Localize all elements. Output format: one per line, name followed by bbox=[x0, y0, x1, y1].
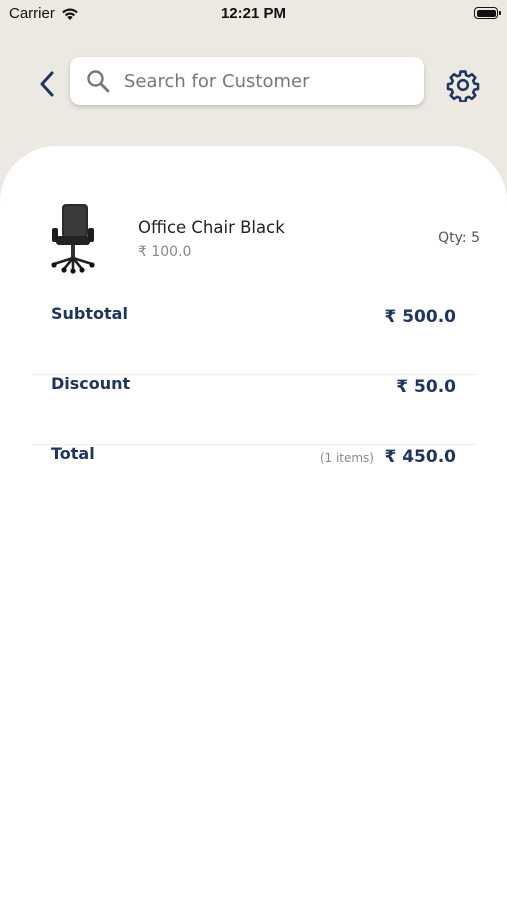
product-name: Office Chair Black bbox=[138, 218, 285, 237]
settings-button[interactable] bbox=[444, 66, 482, 104]
subtotal-value: ₹ 500.0 bbox=[384, 307, 456, 327]
discount-value: ₹ 50.0 bbox=[396, 377, 456, 397]
status-bar: Carrier 12:21 PM bbox=[0, 0, 507, 30]
back-chevron-icon bbox=[40, 71, 54, 97]
subtotal-row: Subtotal ₹ 500.0 bbox=[32, 304, 476, 375]
gear-icon bbox=[446, 70, 480, 102]
office-chair-image bbox=[51, 204, 95, 274]
search-icon bbox=[87, 70, 110, 93]
product-qty: Qty: 5 bbox=[438, 230, 480, 246]
back-button[interactable] bbox=[30, 66, 64, 102]
product-price: ₹ 100.0 bbox=[138, 244, 192, 260]
search-box[interactable] bbox=[70, 57, 424, 105]
discount-label: Discount bbox=[51, 374, 131, 393]
total-value: ₹ 450.0 bbox=[384, 447, 456, 467]
items-count: (1 items) bbox=[319, 451, 374, 465]
cart-item-row[interactable]: Office Chair Black ₹ 100.0 Qty: 5 bbox=[0, 200, 507, 276]
discount-row: Discount ₹ 50.0 bbox=[32, 374, 476, 445]
status-time: 12:21 PM bbox=[220, 5, 287, 22]
search-input[interactable] bbox=[122, 69, 406, 93]
total-label: Total bbox=[51, 444, 95, 463]
subtotal-label: Subtotal bbox=[51, 304, 128, 323]
battery-icon bbox=[474, 7, 501, 19]
total-row: Total (1 items) ₹ 450.0 bbox=[32, 444, 476, 514]
